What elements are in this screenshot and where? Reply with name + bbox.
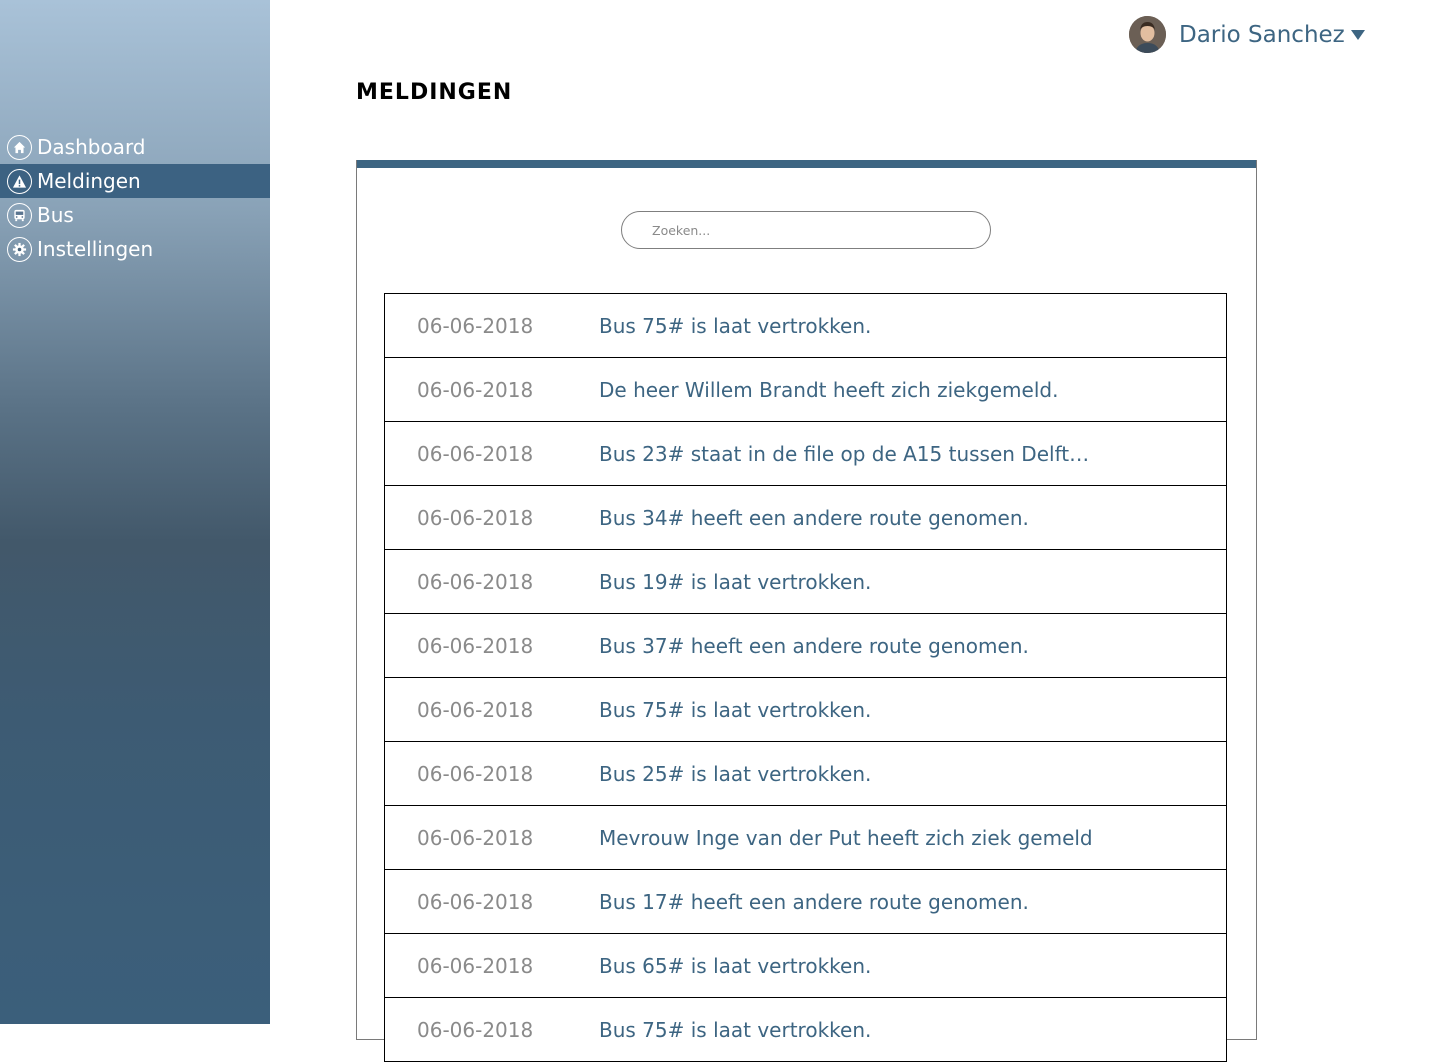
notification-message: Bus 34# heeft een andere route genomen. — [599, 505, 1029, 530]
notification-date: 06-06-2018 — [417, 825, 534, 850]
notification-message: Bus 25# is laat vertrokken. — [599, 761, 872, 786]
notifications-list: 06-06-2018 Bus 75# is laat vertrokken. 06… — [384, 293, 1227, 1062]
bus-icon — [7, 202, 32, 228]
notification-message: Bus 75# is laat vertrokken. — [599, 697, 872, 722]
notification-message: Bus 23# staat in de file op de A15 tusse… — [599, 441, 1090, 466]
list-item[interactable]: 06-06-2018 Bus 19# is laat vertrokken. — [384, 550, 1227, 614]
notification-message: Bus 75# is laat vertrokken. — [599, 313, 872, 338]
sidebar-item-instellingen[interactable]: Instellingen — [0, 232, 270, 266]
notification-message: Bus 65# is laat vertrokken. — [599, 953, 872, 978]
notification-message: Bus 17# heeft een andere route genomen. — [599, 889, 1029, 914]
list-item[interactable]: 06-06-2018 Bus 75# is laat vertrokken. — [384, 678, 1227, 742]
notification-message: Mevrouw Inge van der Put heeft zich ziek… — [599, 825, 1093, 850]
notification-date: 06-06-2018 — [417, 761, 534, 786]
home-icon — [7, 134, 32, 160]
page-title: MELDINGEN — [356, 80, 513, 105]
list-item[interactable]: 06-06-2018 Bus 65# is laat vertrokken. — [384, 934, 1227, 998]
notification-message: Bus 37# heeft een andere route genomen. — [599, 633, 1029, 658]
sidebar-item-label: Dashboard — [37, 135, 146, 159]
notification-date: 06-06-2018 — [417, 697, 534, 722]
sidebar-item-bus[interactable]: Bus — [0, 198, 270, 232]
list-item[interactable]: 06-06-2018 Bus 23# staat in de file op de… — [384, 422, 1227, 486]
sidebar-item-dashboard[interactable]: Dashboard — [0, 130, 270, 164]
avatar[interactable] — [1129, 16, 1166, 53]
list-item[interactable]: 06-06-2018 Bus 25# is laat vertrokken. — [384, 742, 1227, 806]
chevron-down-icon[interactable] — [1350, 29, 1365, 40]
sidebar-item-meldingen[interactable]: Meldingen — [0, 164, 270, 198]
sidebar: Dashboard Meldingen Bus Instellingen — [0, 0, 270, 1024]
list-item[interactable]: 06-06-2018 Bus 34# heeft een andere route… — [384, 486, 1227, 550]
card-accent-bar — [357, 160, 1256, 168]
sidebar-item-label: Bus — [37, 203, 74, 227]
search-input[interactable] — [621, 211, 991, 249]
warning-icon — [7, 168, 32, 194]
notification-date: 06-06-2018 — [417, 441, 534, 466]
notification-date: 06-06-2018 — [417, 889, 534, 914]
gear-icon — [7, 236, 32, 262]
notification-date: 06-06-2018 — [417, 1017, 534, 1042]
list-item[interactable]: 06-06-2018 Bus 17# heeft een andere route… — [384, 870, 1227, 934]
list-item[interactable]: 06-06-2018 De heer Willem Brandt heeft zi… — [384, 358, 1227, 422]
list-item[interactable]: 06-06-2018 Mevrouw Inge van der Put heeft… — [384, 806, 1227, 870]
notification-date: 06-06-2018 — [417, 953, 534, 978]
notifications-card: 06-06-2018 Bus 75# is laat vertrokken. 06… — [356, 160, 1257, 1062]
notification-date: 06-06-2018 — [417, 569, 534, 594]
notification-message: Bus 75# is laat vertrokken. — [599, 1017, 872, 1042]
list-item[interactable]: 06-06-2018 Bus 37# heeft een andere route… — [384, 614, 1227, 678]
notification-message: Bus 19# is laat vertrokken. — [599, 569, 872, 594]
user-name[interactable]: Dario Sanchez — [1179, 22, 1345, 48]
list-item[interactable]: 06-06-2018 Bus 75# is laat vertrokken. — [384, 998, 1227, 1062]
notification-date: 06-06-2018 — [417, 633, 534, 658]
list-item[interactable]: 06-06-2018 Bus 75# is laat vertrokken. — [384, 294, 1227, 358]
sidebar-item-label: Instellingen — [37, 237, 154, 261]
sidebar-item-label: Meldingen — [37, 169, 141, 193]
notification-date: 06-06-2018 — [417, 505, 534, 530]
notification-message: De heer Willem Brandt heeft zich ziekgem… — [599, 377, 1059, 402]
notification-date: 06-06-2018 — [417, 313, 534, 338]
sidebar-nav: Dashboard Meldingen Bus Instellingen — [0, 130, 270, 266]
notification-date: 06-06-2018 — [417, 377, 534, 402]
user-menu[interactable]: Dario Sanchez — [1129, 16, 1365, 53]
